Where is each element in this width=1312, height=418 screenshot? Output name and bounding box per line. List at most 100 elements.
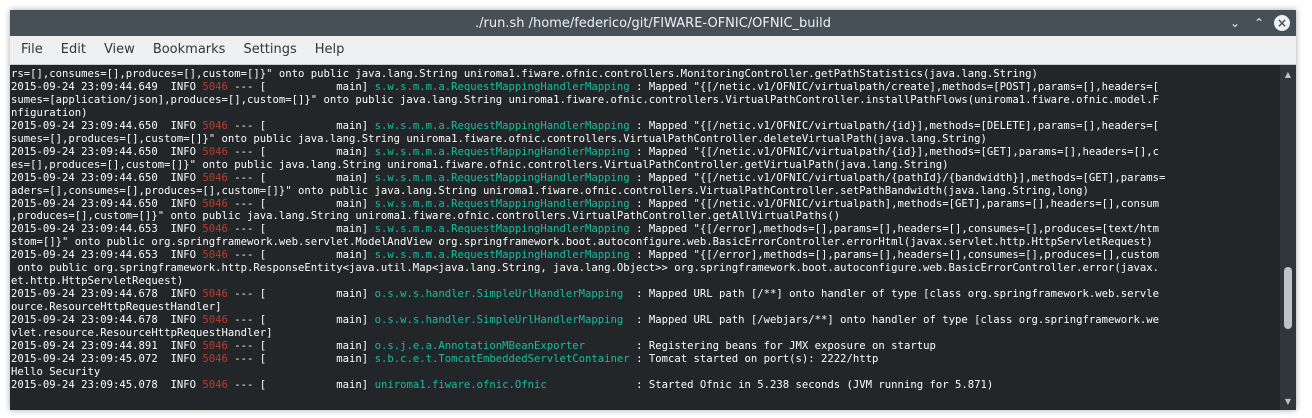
log-head: 2015-09-24 23:09:45.078 INFO: [11, 378, 203, 391]
log-logger: s.w.s.m.m.a.RequestMappingHandlerMapping: [374, 197, 630, 210]
log-mid: --- [ main]: [227, 249, 375, 262]
terminal-line: 2015-09-24 23:09:45.078 INFO 5046 --- [ …: [11, 379, 1280, 392]
menu-settings[interactable]: Settings: [234, 36, 305, 64]
log-pid: 5046: [202, 378, 228, 391]
log-mid: --- [ main]: [227, 378, 375, 391]
log-logger: s.b.c.e.t.TomcatEmbeddedServletContainer: [374, 352, 630, 365]
terminal-line: 2015-09-24 23:09:44.678 INFO 5046 --- [ …: [11, 314, 1280, 327]
log-logger: uniroma1.fiware.ofnic.Ofnic: [374, 378, 630, 391]
log-logger: s.w.s.m.m.a.RequestMappingHandlerMapping: [374, 249, 630, 262]
log-mid: --- [ main]: [227, 314, 375, 327]
log-head: 2015-09-24 23:09:44.678 INFO: [11, 314, 203, 327]
log-msg: : Mapped URL path [/webjars/**] onto han…: [629, 314, 1160, 327]
log-head: 2015-09-24 23:09:44.650 INFO: [11, 171, 203, 184]
log-pid: 5046: [202, 314, 228, 327]
terminal-output[interactable]: rs=[],consumes=[],produces=[],custom=[]}…: [10, 65, 1280, 410]
log-logger: s.w.s.m.m.a.RequestMappingHandlerMapping: [374, 80, 630, 93]
log-pid: 5046: [202, 197, 228, 210]
log-logger: s.w.s.m.m.a.RequestMappingHandlerMapping: [374, 223, 630, 236]
log-msg: : Mapped "{[/netic.v1/OFNIC/virtualpath/…: [629, 80, 1160, 93]
log-logger: s.w.s.m.m.a.RequestMappingHandlerMapping: [374, 145, 630, 158]
log-mid: --- [ main]: [227, 352, 375, 365]
log-msg: : Mapped "{[/netic.v1/OFNIC/virtualpath]…: [629, 197, 1160, 210]
log-logger: o.s.w.s.handler.SimpleUrlHandlerMapping: [374, 314, 630, 327]
terminal-line: onto public org.springframework.http.Res…: [11, 262, 1160, 275]
log-mid: --- [ main]: [227, 80, 375, 93]
log-head: 2015-09-24 23:09:44.650 INFO: [11, 119, 203, 132]
log-head: 2015-09-24 23:09:44.650 INFO: [11, 197, 203, 210]
log-head: 2015-09-24 23:09:45.072 INFO: [11, 352, 203, 365]
log-mid: --- [ main]: [227, 171, 375, 184]
terminal-window: ./run.sh /home/federico/git/FIWARE-OFNIC…: [10, 10, 1296, 410]
log-pid: 5046: [202, 171, 228, 184]
menu-help[interactable]: Help: [306, 36, 354, 64]
terminal-line: 2015-09-24 23:09:44.650 INFO 5046 --- [ …: [11, 198, 1280, 211]
close-icon[interactable]: ×: [1274, 15, 1290, 31]
log-msg: : Started Ofnic in 5.238 seconds (JVM ru…: [629, 378, 994, 391]
terminal-line: 2015-09-24 23:09:44.653 INFO 5046 --- [ …: [11, 223, 1280, 236]
log-pid: 5046: [202, 288, 228, 301]
title-bar[interactable]: ./run.sh /home/federico/git/FIWARE-OFNIC…: [10, 10, 1296, 36]
log-head: 2015-09-24 23:09:44.891 INFO: [11, 340, 203, 353]
menu-view[interactable]: View: [95, 36, 144, 64]
log-logger: s.w.s.m.m.a.RequestMappingHandlerMapping: [374, 119, 630, 132]
terminal-line: 2015-09-24 23:09:44.649 INFO 5046 --- [ …: [11, 81, 1280, 94]
terminal-line: rs=[],consumes=[],produces=[],custom=[]}…: [11, 68, 1038, 80]
terminal-line: es=[],produces=[],custom=[]}" onto publi…: [11, 158, 949, 171]
log-head: 2015-09-24 23:09:44.653 INFO: [11, 223, 203, 236]
log-msg: : Mapped "{[/error],methods=[],params=[]…: [629, 249, 1160, 262]
terminal-line: ,produces=[],custom=[]}" onto public jav…: [11, 210, 841, 223]
log-mid: --- [ main]: [227, 145, 375, 158]
menu-file[interactable]: File: [12, 36, 52, 64]
scroll-thumb[interactable]: [1284, 267, 1292, 329]
log-pid: 5046: [202, 249, 228, 262]
scroll-track[interactable]: [1284, 83, 1292, 392]
terminal-line: 2015-09-24 23:09:44.653 INFO 5046 --- [ …: [11, 249, 1280, 262]
log-head: 2015-09-24 23:09:44.678 INFO: [11, 288, 203, 301]
log-msg: : Mapped URL path [/**] onto handler of …: [629, 288, 1160, 301]
window-controls: ⌄ ⌃ ×: [1226, 10, 1290, 36]
log-mid: --- [ main]: [227, 223, 375, 236]
log-logger: o.s.j.e.a.AnnotationMBeanExporter: [374, 340, 630, 353]
log-logger: s.w.s.m.m.a.RequestMappingHandlerMapping: [374, 171, 630, 184]
scroll-up-icon[interactable]: ▲: [1280, 67, 1296, 81]
log-logger: o.s.w.s.handler.SimpleUrlHandlerMapping: [374, 288, 630, 301]
log-mid: --- [ main]: [227, 197, 375, 210]
log-pid: 5046: [202, 80, 228, 93]
log-head: 2015-09-24 23:09:44.653 INFO: [11, 249, 203, 262]
window-title: ./run.sh /home/federico/git/FIWARE-OFNIC…: [474, 15, 831, 31]
maximize-icon[interactable]: ⌃: [1250, 14, 1268, 32]
log-pid: 5046: [202, 352, 228, 365]
log-head: 2015-09-24 23:09:44.649 INFO: [11, 80, 203, 93]
terminal-line: sumes=[],produces=[],custom=[]}" onto pu…: [11, 132, 987, 145]
log-msg: : Mapped "{[/error],methods=[],params=[]…: [629, 223, 1160, 236]
menu-edit[interactable]: Edit: [52, 36, 95, 64]
log-msg: : Mapped "{[/netic.v1/OFNIC/virtualpath/…: [629, 145, 1160, 158]
menu-bar: File Edit View Bookmarks Settings Help: [10, 36, 1296, 65]
terminal-line: et.http.HttpServletRequest): [11, 275, 184, 288]
log-msg: : Mapped "{[/netic.v1/OFNIC/virtualpath/…: [629, 119, 1160, 132]
terminal-line: 2015-09-24 23:09:44.650 INFO 5046 --- [ …: [11, 172, 1280, 185]
terminal-line: 2015-09-24 23:09:45.072 INFO 5046 --- [ …: [11, 353, 1280, 366]
minimize-icon[interactable]: ⌄: [1226, 14, 1244, 32]
log-msg: : Registering beans for JMX exposure on …: [629, 340, 936, 353]
terminal-line: 2015-09-24 23:09:44.650 INFO 5046 --- [ …: [11, 120, 1280, 133]
terminal-line: stom=[]}" onto public org.springframewor…: [11, 236, 1153, 249]
log-head: 2015-09-24 23:09:44.650 INFO: [11, 145, 203, 158]
log-pid: 5046: [202, 119, 228, 132]
terminal-line: aders=[],consumes=[],produces=[],custom=…: [11, 184, 1089, 197]
vertical-scrollbar[interactable]: ▲ ▼: [1280, 65, 1296, 410]
menu-bookmarks[interactable]: Bookmarks: [144, 36, 235, 64]
log-pid: 5046: [202, 145, 228, 158]
scroll-down-icon[interactable]: ▼: [1280, 394, 1296, 408]
log-mid: --- [ main]: [227, 288, 375, 301]
terminal-line: sumes=[application/json],produces=[],cus…: [11, 93, 1160, 106]
log-mid: --- [ main]: [227, 340, 375, 353]
log-msg: : Tomcat started on port(s): 2222/http: [629, 352, 879, 365]
terminal-line: ource.ResourceHttpRequestHandler]: [11, 301, 222, 314]
terminal-line: 2015-09-24 23:09:44.891 INFO 5046 --- [ …: [11, 340, 1280, 353]
log-pid: 5046: [202, 223, 228, 236]
log-pid: 5046: [202, 340, 228, 353]
log-mid: --- [ main]: [227, 119, 375, 132]
terminal-line: 2015-09-24 23:09:44.650 INFO 5046 --- [ …: [11, 146, 1280, 159]
